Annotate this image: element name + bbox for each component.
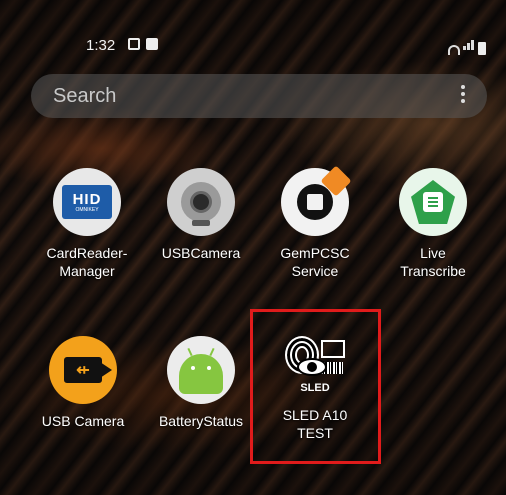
wifi-icon (448, 45, 460, 55)
battery-icon (478, 42, 486, 55)
app-cardreader-manager[interactable]: HID OMNIKEY CardReader- Manager (32, 168, 142, 280)
sled-biometric-icon: SLED (281, 330, 349, 398)
app-usb-camera[interactable]: ⇷ USB Camera (28, 336, 138, 430)
hid-omnikey-icon: HID OMNIKEY (53, 168, 121, 236)
app-sled-a10-test[interactable]: SLED SLED A10 TEST (260, 330, 370, 442)
gemalto-icon (281, 165, 352, 236)
app-label: USBCamera (161, 245, 241, 261)
app-label: USB Camera (41, 413, 125, 429)
app-notification-icon (146, 38, 158, 50)
app-label: Live Transcribe (400, 245, 466, 279)
app-label: BatteryStatus (158, 413, 244, 429)
app-gempcsc-service[interactable]: GemPCSC Service (260, 165, 370, 280)
screenshot-notification-icon (128, 38, 140, 50)
webcam-icon (167, 168, 235, 236)
app-batterystatus[interactable]: BatteryStatus (146, 336, 256, 430)
app-label: GemPCSC Service (280, 245, 350, 279)
usb-video-camera-icon: ⇷ (49, 336, 117, 404)
app-label: CardReader- Manager (46, 245, 128, 279)
app-search-bar[interactable]: Search (31, 74, 487, 118)
live-transcribe-icon (399, 168, 467, 236)
search-input[interactable]: Search (53, 85, 116, 108)
more-options-icon[interactable] (461, 85, 465, 106)
app-label: SLED A10 TEST (282, 407, 348, 441)
app-usbcamera[interactable]: USBCamera (146, 168, 256, 262)
app-live-transcribe[interactable]: Live Transcribe (378, 168, 488, 280)
android-icon (167, 336, 235, 404)
status-bar: 1:32 (0, 30, 506, 60)
status-time: 1:32 (86, 37, 116, 54)
signal-icon (463, 37, 475, 55)
